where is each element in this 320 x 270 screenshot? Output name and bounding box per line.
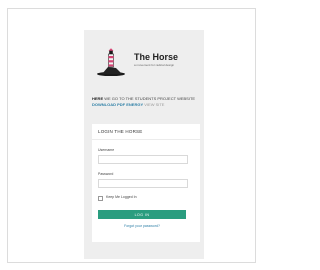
brand-header: The Horse a movement for radical design bbox=[96, 46, 214, 76]
login-button[interactable]: LOG IN bbox=[98, 210, 186, 219]
notice-text: WE GO TO THE STUDENTS PROJECT WEBSITE bbox=[104, 96, 196, 101]
notice-tag[interactable]: VIEW SITE bbox=[144, 102, 164, 107]
form-title: LOGIN THE HORSE bbox=[92, 124, 200, 140]
password-label: Password bbox=[98, 172, 114, 176]
brand-name: The Horse bbox=[134, 52, 179, 62]
username-label: Username bbox=[98, 148, 115, 152]
lighthouse-logo-icon bbox=[97, 48, 125, 76]
password-input[interactable] bbox=[98, 179, 188, 188]
remember-me-label: Keep Me Logged In bbox=[106, 195, 137, 199]
remember-me-checkbox[interactable] bbox=[98, 196, 103, 201]
notice-link[interactable]: DOWNLOAD PDF ENERGY bbox=[92, 102, 143, 107]
forgot-password-link[interactable]: Forgot your password? bbox=[98, 224, 186, 228]
notice-lead: HERE bbox=[92, 96, 104, 101]
username-input[interactable] bbox=[98, 155, 188, 164]
brand-tagline: a movement for radical design bbox=[134, 63, 175, 67]
project-notice: HERE WE GO TO THE STUDENTS PROJECT WEBSI… bbox=[92, 96, 200, 108]
